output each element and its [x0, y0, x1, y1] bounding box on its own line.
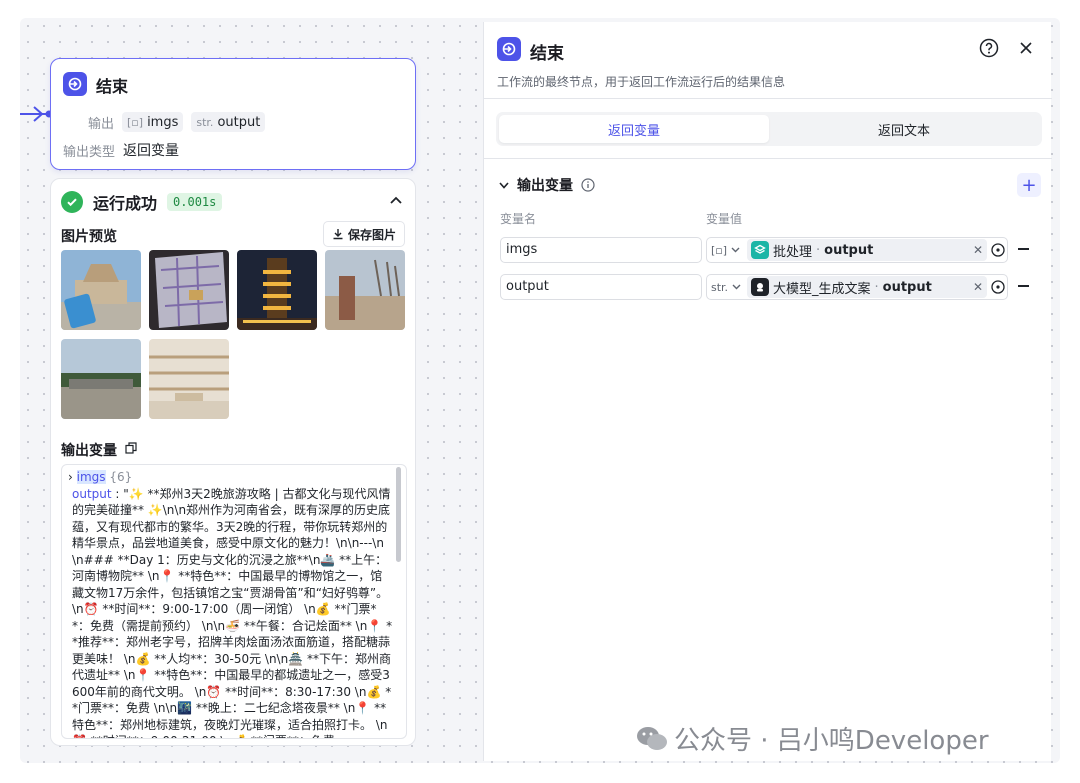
input-connector-arrow: [20, 106, 53, 122]
variable-value-field: [▫] 批处理 · output ✕: [706, 237, 1008, 263]
end-node-card[interactable]: 结束 输出 [▫] imgs str. output 输出类型 返回变量: [50, 58, 416, 170]
json-key-output: output: [72, 486, 112, 501]
return-mode-tabs: 返回变量 返回文本: [496, 112, 1042, 146]
variable-value-field: str. 大模型_生成文案 · output ✕: [706, 274, 1008, 300]
panel-description: 工作流的最终节点，用于返回工作流运行后的结果信息: [497, 75, 786, 89]
json-value-output: "✨ **郑州3天2晚旅游攻略 | 古都文化与现代风情的完美碰撞** ✨\n\n…: [72, 486, 393, 739]
tabs-divider: [484, 158, 1052, 159]
image-thumb-museum[interactable]: [61, 250, 141, 330]
image-thumb-map[interactable]: [149, 250, 229, 330]
watermark-text: 公众号 · 吕小鸣Developer: [674, 726, 989, 756]
variable-reference-chip[interactable]: 大模型_生成文案 · output ✕: [747, 276, 987, 298]
variable-reference-chip[interactable]: 批处理 · output ✕: [747, 239, 987, 261]
panel-title: 结束: [530, 44, 564, 64]
save-images-label: 保存图片: [347, 227, 396, 242]
copy-icon[interactable]: [125, 442, 137, 454]
output-chip-name: output: [217, 114, 261, 130]
run-result-panel: 运行成功 0.001s 图片预览 保存图片 输出变量 › imgs {6} ou…: [50, 178, 416, 746]
output-vars-header[interactable]: 输出变量: [499, 175, 595, 195]
chevron-down-icon: [731, 247, 740, 253]
array-type-icon: [▫]: [711, 243, 728, 257]
reference-node-name: 批处理: [773, 244, 813, 260]
remove-variable-button[interactable]: [1018, 248, 1029, 250]
collapse-button[interactable]: [387, 191, 405, 209]
expand-chevron-icon[interactable]: ›: [68, 470, 73, 484]
run-status-title: 运行成功: [93, 194, 158, 213]
node-properties-panel: 结束 工作流的最终节点，用于返回工作流运行后的结果信息 返回变量 返回文本 输出…: [483, 22, 1052, 761]
output-json-viewer[interactable]: › imgs {6} output : "✨ **郑州3天2晚旅游攻略 | 古都…: [61, 464, 407, 739]
end-node-icon: [497, 37, 521, 61]
output-vars-title: 输出变量: [517, 178, 573, 194]
column-header-name: 变量名: [500, 212, 537, 226]
check-circle-icon: [61, 191, 83, 213]
duration-badge: 0.001s: [167, 193, 223, 211]
image-thumb-square[interactable]: [61, 339, 141, 419]
end-node-type-row: 输出类型 返回变量: [63, 140, 179, 160]
save-images-button[interactable]: 保存图片: [322, 221, 405, 247]
llm-node-icon: [751, 278, 769, 296]
end-node-icon: [63, 72, 87, 96]
image-preview-label: 图片预览: [61, 229, 117, 245]
reference-var-name: output: [882, 279, 932, 295]
json-row-output: output : "✨ **郑州3天2晚旅游攻略 | 古都文化与现代风情的完美碰…: [68, 486, 394, 739]
clear-reference-icon[interactable]: ✕: [973, 280, 983, 294]
json-key-imgs: imgs: [76, 470, 106, 484]
download-icon: [333, 229, 343, 240]
info-icon[interactable]: [581, 178, 595, 192]
image-thumb-mall[interactable]: [149, 339, 229, 419]
variable-name-input[interactable]: output: [500, 274, 702, 300]
remove-variable-button[interactable]: [1018, 285, 1029, 287]
json-row-imgs[interactable]: › imgs {6}: [68, 469, 394, 486]
output-type-label: 输出类型: [63, 144, 116, 160]
variable-row: imgs [▫] 批处理 · output ✕: [500, 237, 1040, 263]
reference-node-name: 大模型_生成文案: [773, 281, 871, 297]
chevron-down-icon[interactable]: [499, 181, 509, 189]
close-icon: [1020, 42, 1032, 54]
image-thumb-ruins[interactable]: [325, 250, 405, 330]
string-type-label: str.: [196, 115, 214, 129]
variable-row: output str. 大模型_生成文案 · output ✕: [500, 274, 1040, 300]
wechat-icon: [637, 726, 667, 750]
batch-node-icon: [751, 241, 769, 259]
header-divider: [484, 98, 1052, 99]
json-content: › imgs {6} output : "✨ **郑州3天2晚旅游攻略 | 古都…: [68, 469, 394, 739]
column-header-value: 变量值: [706, 212, 743, 226]
string-type-label: str.: [711, 280, 729, 294]
output-chip-imgs: [▫] imgs: [122, 112, 184, 132]
help-icon[interactable]: [979, 38, 999, 58]
end-node-title: 结束: [96, 77, 129, 96]
json-count: {6}: [109, 470, 133, 484]
clear-reference-icon[interactable]: ✕: [973, 243, 983, 257]
plus-icon: +: [1021, 174, 1037, 196]
variable-type-select[interactable]: [▫]: [707, 244, 747, 257]
output-vars-label: 输出变量: [61, 443, 117, 459]
variable-name-input[interactable]: imgs: [500, 237, 702, 263]
tab-return-text[interactable]: 返回文本: [769, 115, 1039, 143]
target-icon[interactable]: [991, 243, 1005, 257]
end-node-output-row: 输出 [▫] imgs str. output: [88, 112, 266, 132]
chevron-up-icon: [390, 196, 402, 204]
run-result-header: 运行成功 0.001s: [61, 190, 223, 214]
variable-type-select[interactable]: str.: [707, 281, 747, 294]
target-icon[interactable]: [991, 280, 1005, 294]
output-label: 输出: [88, 116, 115, 132]
output-type-value: 返回变量: [123, 143, 180, 159]
output-chip-name: imgs: [147, 114, 179, 130]
tab-return-variable[interactable]: 返回变量: [499, 115, 769, 143]
close-button[interactable]: [1016, 38, 1036, 58]
image-thumb-tower[interactable]: [237, 250, 317, 330]
output-chip-output: str. output: [191, 112, 266, 132]
add-variable-button[interactable]: +: [1017, 173, 1041, 197]
array-type-icon: [▫]: [127, 115, 144, 129]
watermark: 公众号 · 吕小鸣Developer: [636, 720, 989, 757]
json-scrollbar[interactable]: [396, 467, 401, 562]
reference-var-name: output: [824, 242, 874, 258]
chevron-down-icon: [732, 284, 741, 290]
